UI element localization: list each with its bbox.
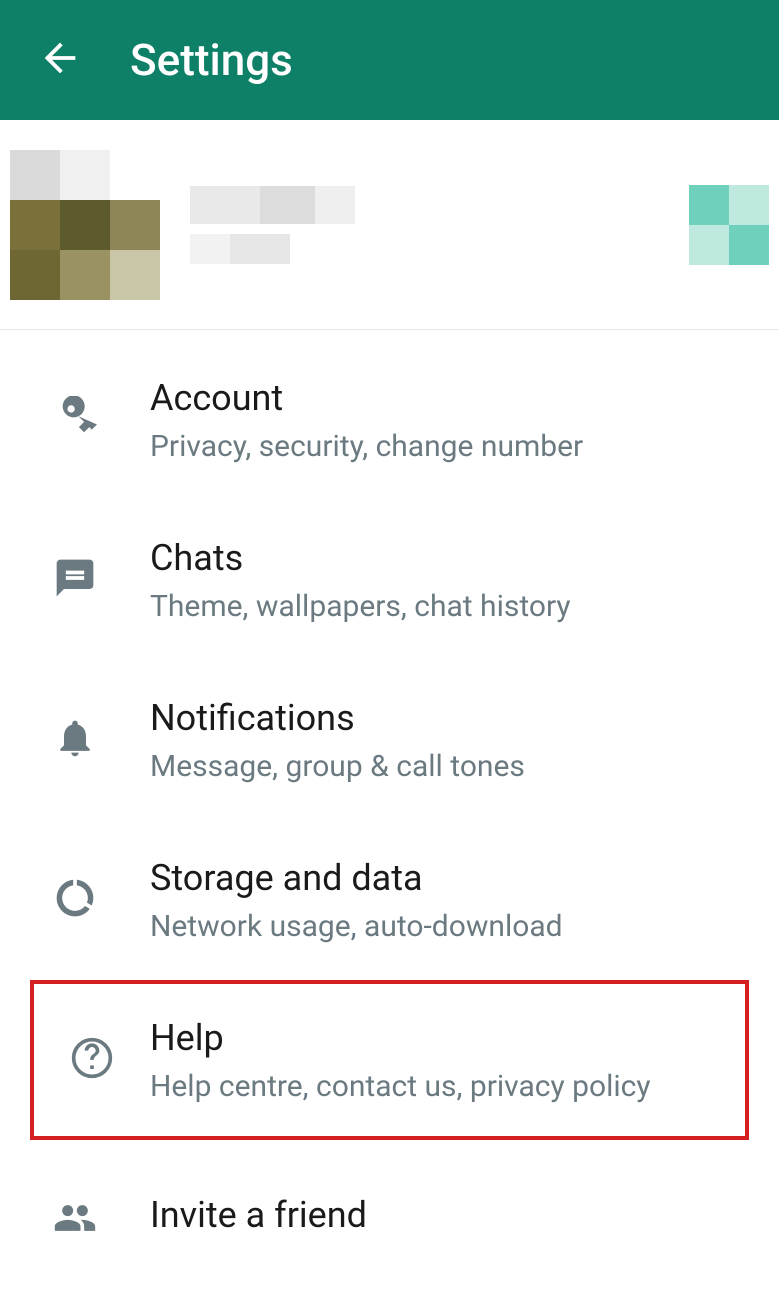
item-subtitle: Network usage, auto-download: [150, 909, 759, 944]
chat-icon: [53, 556, 97, 604]
item-title: Chats: [150, 537, 759, 579]
settings-item-notifications[interactable]: Notifications Message, group & call tone…: [0, 660, 779, 820]
page-title: Settings: [130, 34, 293, 86]
profile-row[interactable]: [0, 120, 779, 330]
item-subtitle: Help centre, contact us, privacy policy: [150, 1069, 725, 1104]
item-subtitle: Privacy, security, change number: [150, 429, 759, 464]
appbar: Settings: [0, 0, 779, 120]
settings-item-invite[interactable]: Invite a friend: [0, 1140, 779, 1300]
settings-item-help[interactable]: Help Help centre, contact us, privacy po…: [30, 980, 749, 1140]
data-usage-icon: [53, 876, 97, 924]
item-title: Help: [150, 1017, 725, 1059]
item-subtitle: Theme, wallpapers, chat history: [150, 589, 759, 624]
item-title: Invite a friend: [150, 1194, 759, 1236]
profile-name-block: [190, 186, 689, 264]
key-icon: [53, 396, 97, 444]
qr-code-icon[interactable]: [689, 185, 769, 265]
people-icon: [53, 1196, 97, 1244]
profile-status-redacted: [190, 234, 689, 264]
arrow-left-icon: [37, 35, 83, 85]
settings-item-chats[interactable]: Chats Theme, wallpapers, chat history: [0, 500, 779, 660]
settings-item-storage[interactable]: Storage and data Network usage, auto-dow…: [0, 820, 779, 980]
item-title: Notifications: [150, 697, 759, 739]
profile-name-redacted: [190, 186, 689, 224]
back-button[interactable]: [20, 20, 100, 100]
settings-list: Account Privacy, security, change number…: [0, 330, 779, 1300]
bell-icon: [53, 716, 97, 764]
item-title: Account: [150, 377, 759, 419]
avatar: [10, 150, 160, 300]
settings-item-account[interactable]: Account Privacy, security, change number: [0, 340, 779, 500]
item-title: Storage and data: [150, 857, 759, 899]
help-icon: [70, 1036, 114, 1084]
item-subtitle: Message, group & call tones: [150, 749, 759, 784]
